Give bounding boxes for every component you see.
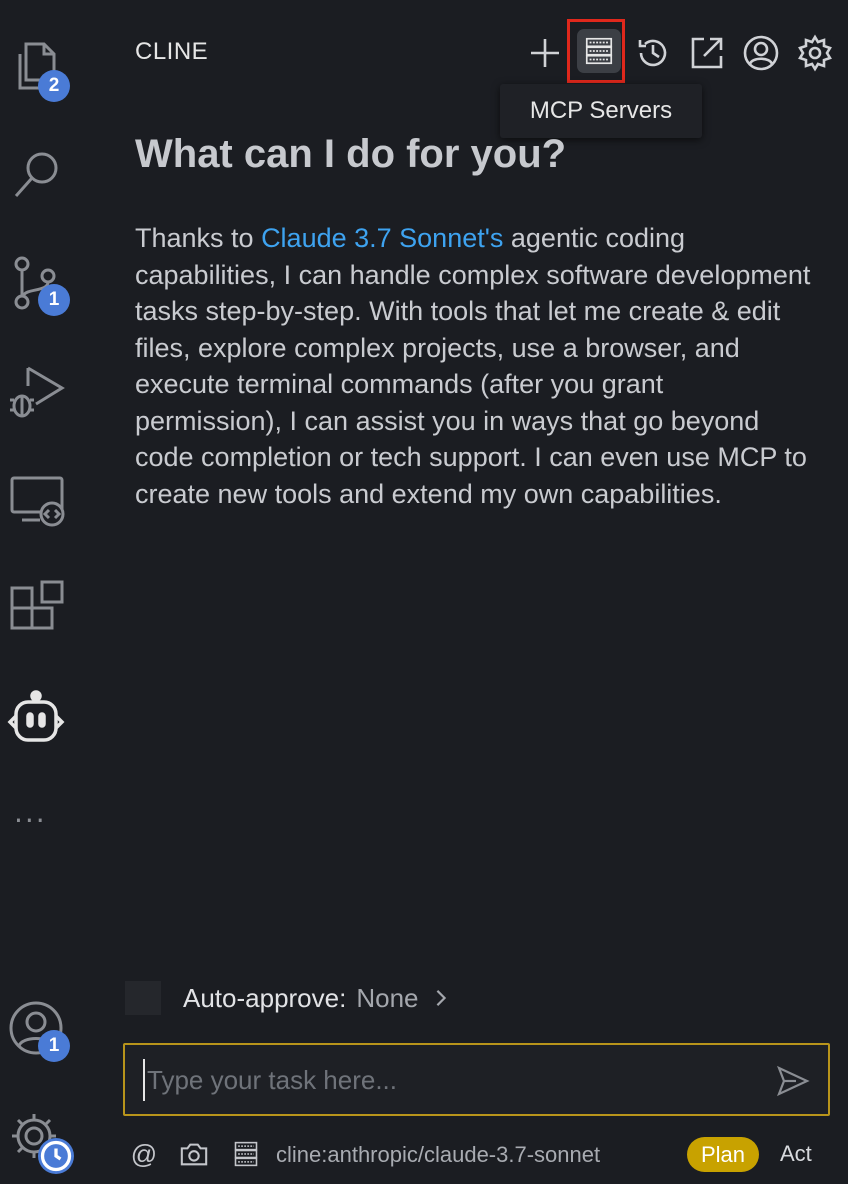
chevron-right-icon: [432, 986, 450, 1010]
run-debug-icon: [10, 366, 65, 418]
accounts-button[interactable]: 1: [4, 996, 70, 1062]
auto-approve-label: Auto-approve:: [183, 982, 347, 1013]
explorer-badge: 2: [38, 70, 70, 102]
run-debug-button[interactable]: [4, 358, 68, 422]
intro-paragraph: Thanks to Claude 3.7 Sonnet's agentic co…: [135, 220, 815, 512]
send-button[interactable]: [776, 1064, 810, 1098]
cline-button[interactable]: [4, 686, 68, 750]
auto-approve-row[interactable]: Auto-approve: None: [125, 980, 450, 1016]
accounts-badge: 1: [38, 1030, 70, 1062]
history-icon: [638, 39, 667, 67]
mcp-servers-button[interactable]: [577, 29, 621, 73]
model-link[interactable]: Claude 3.7 Sonnet's: [261, 223, 503, 253]
extensions-button[interactable]: [4, 576, 68, 640]
extensions-icon: [10, 580, 64, 630]
plan-mode-toggle[interactable]: Plan: [687, 1137, 759, 1172]
model-selector[interactable]: cline:anthropic/claude-3.7-sonnet: [276, 1142, 600, 1168]
send-icon: [776, 1065, 810, 1097]
activity-bar: 2 1 ··· 1: [0, 0, 76, 1184]
search-button[interactable]: [4, 142, 68, 206]
gear-icon: [798, 34, 832, 72]
intro-prefix: Thanks to: [135, 223, 262, 253]
settings-button[interactable]: [792, 30, 838, 76]
plus-icon: [531, 39, 559, 67]
clock-icon: [38, 1138, 74, 1174]
history-button[interactable]: [630, 30, 676, 76]
mcp-servers-tooltip: MCP Servers: [500, 84, 702, 138]
remote-explorer-button[interactable]: [4, 468, 68, 532]
server-icon: [234, 1141, 258, 1167]
bottom-bar: @ cline:anthropic/claude-3.7-sonnet Plan…: [126, 1134, 826, 1176]
new-task-button[interactable]: [522, 30, 568, 76]
app-root: 2 1 ··· 1 CLINE MCP Servers What can I d…: [0, 0, 848, 1184]
robot-icon: [7, 690, 65, 742]
auto-approve-checkbox[interactable]: [125, 981, 161, 1015]
welcome-heading: What can I do for you?: [135, 132, 567, 176]
add-image-button[interactable]: [178, 1138, 210, 1170]
search-icon: [14, 152, 58, 197]
source-control-badge: 1: [38, 284, 70, 316]
explorer-button[interactable]: 2: [4, 36, 70, 102]
mention-button[interactable]: @: [128, 1138, 160, 1170]
act-mode-toggle[interactable]: Act: [780, 1141, 812, 1167]
open-in-editor-button[interactable]: [684, 30, 730, 76]
manage-button[interactable]: [4, 1106, 74, 1174]
popout-icon: [691, 37, 723, 69]
account-button[interactable]: [738, 30, 784, 76]
more-icon[interactable]: ···: [14, 804, 47, 837]
auto-approve-value: None: [356, 982, 419, 1013]
account-icon: [743, 35, 779, 71]
task-input[interactable]: [143, 1059, 749, 1101]
remote-explorer-icon: [10, 476, 65, 527]
server-icon: [585, 37, 613, 65]
panel-title: CLINE: [135, 38, 209, 65]
mcp-servers-small-button[interactable]: [230, 1138, 262, 1170]
intro-suffix: agentic coding capabilities, I can handl…: [135, 223, 811, 509]
task-input-box: [123, 1043, 830, 1116]
camera-icon: [180, 1143, 208, 1166]
source-control-button[interactable]: 1: [4, 250, 70, 316]
